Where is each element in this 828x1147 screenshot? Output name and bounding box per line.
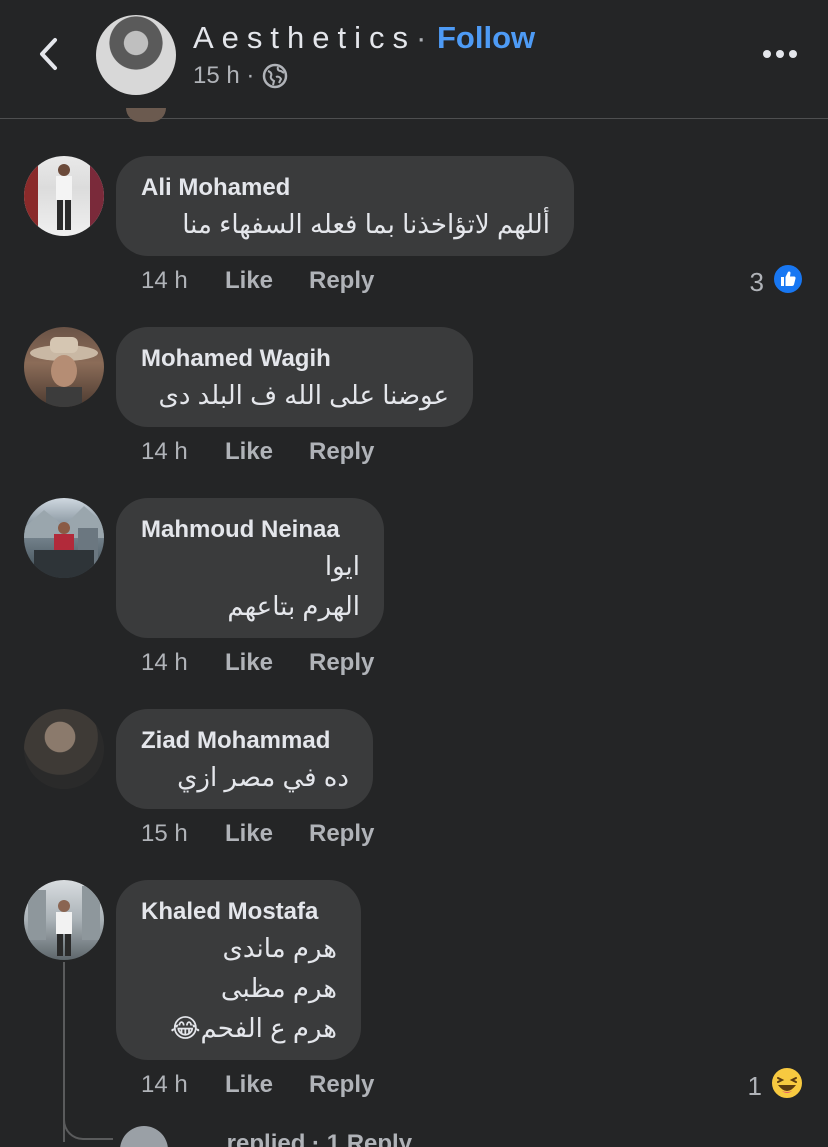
comment-actions: 14 h Like Reply xyxy=(141,649,374,677)
comment-text-line: هرم ماندى xyxy=(222,933,337,963)
commenter-name[interactable]: Mahmoud Neinaa xyxy=(141,516,360,544)
reply-button[interactable]: Reply xyxy=(309,1071,374,1099)
reply-avatar xyxy=(120,1126,168,1147)
commenter-name[interactable]: Ziad Mohammad xyxy=(141,727,349,755)
name-separator: · xyxy=(416,20,427,55)
reply-button[interactable]: Reply xyxy=(309,438,374,466)
like-button[interactable]: Like xyxy=(225,438,309,466)
comment-actions: 14 h Like Reply xyxy=(141,438,374,466)
commenter-avatar[interactable] xyxy=(24,880,104,960)
previous-comment-avatar xyxy=(126,108,166,122)
comment-text-line: هرم ع الفحم😂 xyxy=(170,1013,337,1043)
page-avatar[interactable] xyxy=(96,15,176,95)
commenter-avatar[interactable] xyxy=(24,327,104,407)
haha-icon xyxy=(770,1066,804,1107)
commenter-avatar[interactable] xyxy=(24,498,104,578)
comment-time: 14 h xyxy=(141,649,188,676)
post-time: 15 h · xyxy=(193,62,255,89)
comment-actions: 15 h Like Reply xyxy=(141,820,374,848)
comment-text: أللهم لاتؤاخذنا بما فعله السفهاء منا xyxy=(182,209,550,239)
reply-button[interactable]: Reply xyxy=(309,267,374,295)
comment-text: عوضنا على الله ف البلد دى xyxy=(158,380,449,410)
like-button[interactable]: Like xyxy=(225,1071,309,1099)
comment-bubble[interactable]: Khaled Mostafa هرم ماندى هرم مظبى هرم ع … xyxy=(116,880,361,1060)
comment-time: 15 h xyxy=(141,820,188,847)
comment-text-line: ايوا xyxy=(324,551,360,581)
follow-button[interactable]: Follow xyxy=(437,20,535,56)
reply-preview-text: ... replied · 1 Reply xyxy=(200,1130,413,1147)
comment-actions: 14 h Like Reply xyxy=(141,267,374,295)
comment-time: 14 h xyxy=(141,1071,188,1098)
commenter-name[interactable]: Khaled Mostafa xyxy=(141,898,337,926)
like-button[interactable]: Like xyxy=(225,649,309,677)
reply-thread-connector xyxy=(63,1100,113,1140)
commenter-avatar[interactable] xyxy=(24,709,104,789)
reply-button[interactable]: Reply xyxy=(309,820,374,848)
reaction-count: 1 xyxy=(747,1071,762,1101)
post-comments-view: Aesthetics· Follow 15 h · Ali Mohamed أل… xyxy=(0,0,828,1147)
like-icon xyxy=(772,263,804,302)
comment-bubble[interactable]: Mohamed Wagih عوضنا على الله ف البلد دى xyxy=(116,327,473,427)
comment-time: 14 h xyxy=(141,267,188,294)
comment-text-line: الهرم بتاعهم xyxy=(227,591,360,621)
like-button[interactable]: Like xyxy=(225,820,309,848)
comment-actions: 14 h Like Reply xyxy=(141,1071,374,1099)
reaction-summary[interactable]: 1 xyxy=(748,1066,804,1107)
commenter-name[interactable]: Mohamed Wagih xyxy=(141,345,449,373)
page-name: Aesthetics xyxy=(193,20,417,55)
comment-text: ده في مصر ازي xyxy=(177,762,349,792)
comment-bubble[interactable]: Ziad Mohammad ده في مصر ازي xyxy=(116,709,373,809)
commenter-name[interactable]: Ali Mohamed xyxy=(141,174,550,202)
back-button[interactable] xyxy=(30,36,66,76)
page-name-link[interactable]: Aesthetics· xyxy=(193,20,426,56)
comment-text-line: هرم مظبى xyxy=(220,973,337,1003)
globe-icon xyxy=(262,63,288,94)
commenter-avatar[interactable] xyxy=(24,156,104,236)
comment-time: 14 h xyxy=(141,438,188,465)
reaction-count: 3 xyxy=(749,267,764,297)
more-dots-icon xyxy=(762,46,798,64)
like-button[interactable]: Like xyxy=(225,267,309,295)
reply-button[interactable]: Reply xyxy=(309,649,374,677)
post-header: Aesthetics· Follow 15 h · xyxy=(0,0,828,119)
reply-preview[interactable]: ... replied · 1 Reply xyxy=(120,1122,820,1147)
more-options-button[interactable] xyxy=(758,40,802,70)
comment-bubble[interactable]: Mahmoud Neinaa ايوا الهرم بتاعهم xyxy=(116,498,384,638)
reaction-summary[interactable]: 3 xyxy=(750,263,804,302)
chevron-left-icon xyxy=(36,36,60,77)
comment-bubble[interactable]: Ali Mohamed أللهم لاتؤاخذنا بما فعله الس… xyxy=(116,156,574,256)
